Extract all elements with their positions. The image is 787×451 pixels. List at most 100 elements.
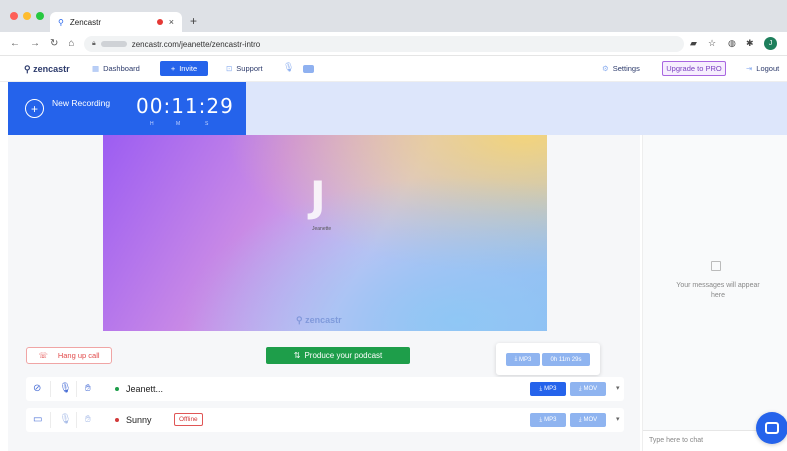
reload-icon[interactable]: ↻ <box>50 38 58 49</box>
window-minimize-icon[interactable] <box>23 12 31 20</box>
participant-row: ▭ 🎙︎ ✋︎ Sunny Offline ⤓ MP3 ⤓ MOV ▾ <box>26 408 624 432</box>
address-bar[interactable]: 🔒︎ zencastr.com/jeanette/zencastr-intro <box>84 36 684 52</box>
status-dot <box>115 418 119 422</box>
logo-text: zencastr <box>33 64 70 74</box>
timer-seconds: 29 <box>206 94 234 118</box>
microphone-icon[interactable]: 🎙︎ <box>283 62 294 73</box>
chevron-down-icon[interactable]: ▾ <box>616 384 620 392</box>
microphone-icon[interactable]: 🎙︎ <box>59 383 72 394</box>
timer-hours: 00 <box>136 94 164 118</box>
nav-support[interactable]: ⊡ Support <box>226 64 263 73</box>
browser-tabbar: ⚲ Zencastr × + <box>0 0 787 32</box>
grid-icon: ▦ <box>92 64 100 73</box>
timer-unit-seconds: S <box>205 121 209 127</box>
chrome-extension-icon[interactable]: ◍ <box>728 38 736 49</box>
lock-icon: 🔒︎ <box>92 40 96 47</box>
camera-icon[interactable]: ▭ <box>33 414 42 425</box>
logout-label: Logout <box>756 64 780 73</box>
chat-panel: Your messages will appear here Type here… <box>642 135 787 451</box>
redacted-text <box>100 41 127 47</box>
participant-name: Jeanett... <box>126 384 164 394</box>
zencastr-logo[interactable]: ⚲ zencastr <box>24 64 70 75</box>
bookmark-star-icon[interactable]: ☆ <box>708 38 716 49</box>
timer-unit-hours: H <box>150 121 154 127</box>
chat-bubble-icon <box>765 422 779 434</box>
camera-extension-icon[interactable]: ▰ <box>690 38 697 49</box>
download-icon: ⤓ <box>539 416 543 423</box>
add-user-icon: + <box>170 64 176 73</box>
download-icon: ⤓ <box>578 385 582 392</box>
produce-label: Produce your podcast <box>304 351 383 360</box>
watermark-text: zencastr <box>305 315 342 325</box>
produce-icon: ⇅ <box>293 351 301 360</box>
nav-logout[interactable]: ⇥ Logout <box>746 64 779 73</box>
tooltip-mp3-chip: ⤓ MP3 <box>506 353 540 366</box>
timer-minutes: 11 <box>171 94 199 118</box>
dashboard-label: Dashboard <box>103 64 140 73</box>
chat-empty-message: Your messages will appear here <box>676 282 760 299</box>
tooltip-duration-chip: 0h 11m 29s <box>542 353 590 366</box>
home-icon[interactable]: ⌂ <box>68 38 74 49</box>
divider <box>76 412 77 428</box>
divider <box>50 381 51 397</box>
window-maximize-icon[interactable] <box>36 12 44 20</box>
participant-initial: J <box>310 172 326 221</box>
download-mp3-button[interactable]: ⤓ MP3 <box>530 413 566 427</box>
video-preview <box>103 135 547 331</box>
status-dot <box>115 387 119 391</box>
tooltip-mp3-label: MP3 <box>518 356 532 363</box>
download-mov-button[interactable]: ⤓ MOV <box>570 382 606 396</box>
app-navbar: ⚲ zencastr ▦ Dashboard + Invite ⊡ Suppor… <box>0 56 787 82</box>
timer-unit-minutes: M <box>176 121 181 127</box>
upgrade-button[interactable]: Upgrade to PRO <box>662 61 726 76</box>
mov-label: MOV <box>583 417 598 423</box>
camera-off-icon[interactable]: ⊘ <box>33 383 41 394</box>
zencastr-favicon-icon: ⚲ <box>58 17 64 27</box>
new-recording-button[interactable]: + <box>25 99 44 118</box>
microphone-icon[interactable]: 🎙︎ <box>59 414 72 425</box>
mp3-label: MP3 <box>544 386 557 392</box>
url-text: zencastr.com/jeanette/zencastr-intro <box>131 39 261 49</box>
hang-up-button[interactable]: ☏ Hang up call <box>26 347 112 364</box>
recording-timer: 00:11:29 <box>136 94 234 118</box>
produce-podcast-button[interactable]: ⇅ Produce your podcast <box>266 347 410 364</box>
recording-indicator-icon <box>156 19 163 25</box>
mp3-label: MP3 <box>544 417 557 423</box>
window-close-icon[interactable] <box>10 12 18 20</box>
nav-dashboard[interactable]: ▦ Dashboard <box>92 64 140 73</box>
invite-label: Invite <box>179 64 198 73</box>
puzzle-extension-icon[interactable]: ✱ <box>746 38 754 49</box>
divider <box>76 381 77 397</box>
hang-up-label: Hang up call <box>57 351 100 360</box>
zencastr-watermark: ⚲ zencastr <box>296 315 342 325</box>
logout-icon: ⇥ <box>746 64 753 73</box>
chat-support-button[interactable] <box>756 412 787 444</box>
forward-arrow-icon[interactable]: → <box>30 38 40 49</box>
support-icon: ⊡ <box>226 64 233 73</box>
phone-icon: ☏ <box>38 351 48 360</box>
new-tab-button[interactable]: + <box>190 14 197 28</box>
download-tooltip: ⤓ MP3 0h 11m 29s <box>496 343 600 375</box>
download-mov-button[interactable]: ⤓ MOV <box>570 413 606 427</box>
chevron-down-icon[interactable]: ▾ <box>616 415 620 423</box>
camera-icon[interactable] <box>303 65 314 73</box>
browser-toolbar: ← → ↻ ⌂ 🔒︎ zencastr.com/jeanette/zencast… <box>0 32 787 56</box>
download-mp3-button[interactable]: ⤓ MP3 <box>530 382 566 396</box>
nav-settings[interactable]: ⚙ Settings <box>602 64 640 73</box>
browser-tab-zencastr[interactable]: ⚲ Zencastr × <box>50 12 182 32</box>
tab-close-icon[interactable]: × <box>169 17 174 27</box>
recording-panel: + New Recording 00:11:29 H M S <box>8 82 246 135</box>
hand-icon[interactable]: ✋︎ <box>85 383 91 394</box>
participant-name-caption: Jeanette <box>312 226 332 232</box>
profile-avatar[interactable]: J <box>764 37 777 50</box>
participant-row: ⊘ 🎙︎ ✋︎ Jeanett... ⤓ MP3 ⤓ MOV ▾ <box>26 377 624 401</box>
divider <box>50 412 51 428</box>
participant-name: Sunny <box>126 415 152 425</box>
download-icon: ⤓ <box>578 416 582 423</box>
back-arrow-icon[interactable]: ← <box>10 38 20 49</box>
gear-icon: ⚙ <box>602 64 609 73</box>
hand-icon[interactable]: ✋︎ <box>85 414 91 425</box>
invite-button[interactable]: + Invite <box>160 61 208 76</box>
settings-label: Settings <box>612 64 640 73</box>
chat-empty-icon <box>711 261 721 271</box>
